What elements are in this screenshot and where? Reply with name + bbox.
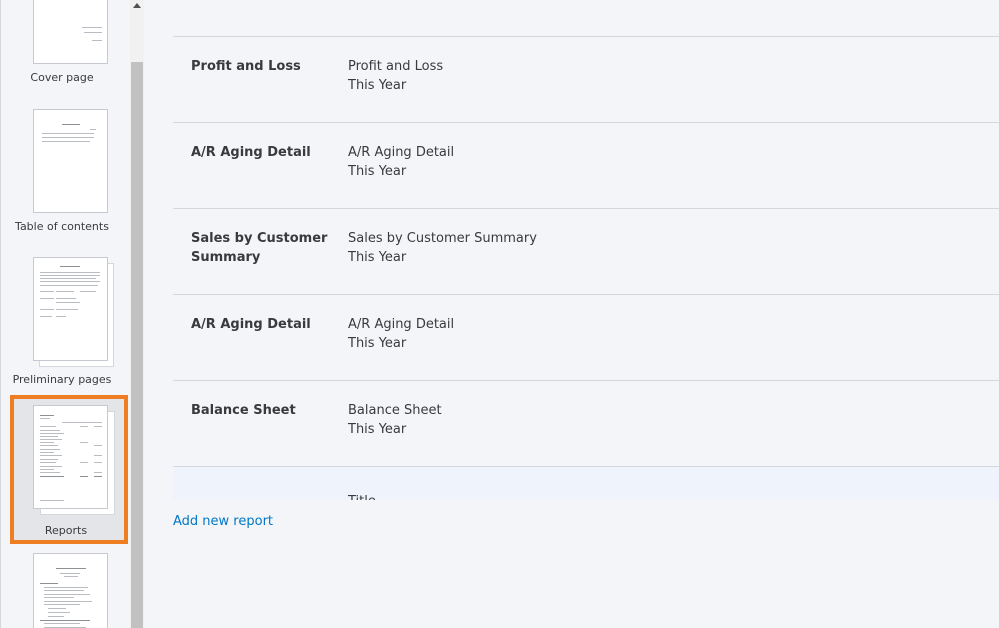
thumbnail-label: Preliminary pages — [12, 373, 112, 386]
report-row[interactable]: Balance Sheet Balance Sheet This Year — [173, 380, 999, 466]
report-name: Balance Sheet — [191, 403, 296, 418]
outline-page-preview — [33, 553, 108, 628]
thumbnail-preliminary-pages[interactable]: Preliminary pages — [1, 252, 123, 390]
report-row[interactable]: A/R Aging Detail A/R Aging Detail This Y… — [173, 294, 999, 380]
thumbnail-reports[interactable]: Reports — [10, 395, 128, 544]
report-title: A/R Aging Detail — [348, 317, 455, 332]
scroll-up-icon[interactable] — [133, 3, 141, 8]
report-title: A/R Aging Detail — [348, 145, 455, 160]
report-period: This Year — [348, 78, 407, 93]
report-row-new[interactable]: Title — [173, 466, 999, 500]
report-list: Profit and Loss Profit and Loss This Yea… — [173, 0, 999, 628]
scrollbar-thumb[interactable] — [131, 62, 143, 628]
reports-preview — [33, 405, 108, 509]
thumbnail-label: Table of contents — [15, 220, 109, 233]
sidebar-scrollbar[interactable] — [130, 0, 144, 628]
thumbnail-table-of-contents[interactable]: Table of contents — [1, 105, 123, 235]
report-name: A/R Aging Detail — [191, 317, 311, 332]
report-period: This Year — [348, 422, 407, 437]
preliminary-pages-preview — [33, 257, 108, 361]
report-name: Profit and Loss — [191, 59, 301, 74]
cover-page-preview — [33, 0, 108, 64]
report-row[interactable]: Profit and Loss Profit and Loss This Yea… — [173, 36, 999, 122]
report-title: Profit and Loss — [348, 59, 444, 74]
report-name: A/R Aging Detail — [191, 145, 311, 160]
add-new-report-link[interactable]: Add new report — [173, 514, 273, 529]
report-period: This Year — [348, 336, 407, 351]
sidebar: Cover page Table of contents Preliminary… — [0, 0, 131, 628]
report-title: Balance Sheet — [348, 403, 442, 418]
thumbnail-label: Reports — [44, 524, 88, 537]
table-of-contents-preview — [33, 109, 108, 213]
report-row[interactable]: A/R Aging Detail A/R Aging Detail This Y… — [173, 122, 999, 208]
report-name: Sales by Customer Summary — [191, 231, 328, 265]
report-period: This Year — [348, 250, 407, 265]
report-period: This Year — [348, 164, 407, 179]
thumbnail-outline-page[interactable] — [1, 548, 123, 628]
report-title: Title — [348, 492, 376, 500]
thumbnail-cover-page[interactable]: Cover page — [1, 0, 123, 92]
report-row[interactable]: Sales by Customer Summary Sales by Custo… — [173, 208, 999, 294]
thumbnail-label: Cover page — [30, 71, 94, 84]
report-title: Sales by Customer Summary — [348, 231, 537, 246]
